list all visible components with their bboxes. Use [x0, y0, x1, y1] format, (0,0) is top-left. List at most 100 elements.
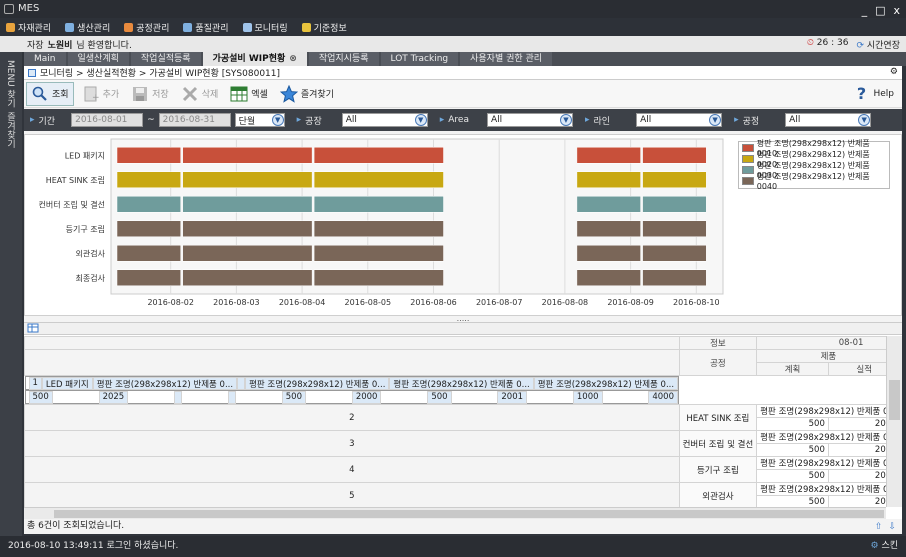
table-row[interactable]: 500 2025 500 2000 500 2001 1000 4000 — [24, 390, 680, 404]
menu-item[interactable]: 공정관리 — [124, 21, 169, 34]
grid-vertical-scrollbar[interactable] — [886, 336, 902, 507]
tab[interactable]: LOT Tracking — [380, 52, 459, 66]
help-icon: ? — [856, 84, 867, 103]
gantt-bar — [313, 171, 444, 188]
tab[interactable]: 사용자별 권한 관리 — [460, 52, 553, 66]
scrollbar-thumb[interactable] — [54, 510, 884, 518]
gantt-bar — [182, 269, 313, 286]
plan-cell: 500 — [28, 390, 53, 404]
gear-icon[interactable]: ⚙ — [890, 67, 898, 77]
breadcrumb: 모니터링 > 생산실적현황 > 가공설비 WIP현황 [SYS080011] ⚙ — [24, 66, 902, 80]
line-select[interactable]: All ▼ — [636, 113, 723, 127]
menu-item[interactable]: 모니터링 — [242, 21, 288, 34]
area-select[interactable]: All ▼ — [486, 113, 573, 127]
table-row[interactable]: 1 LED 패키지 평판 조명(298x298x12) 반제품 0... 평판 조명(… — [24, 376, 680, 390]
skin-button[interactable]: ⚙ 스킨 — [870, 536, 898, 557]
gantt-bar — [313, 220, 444, 237]
grid-horizontal-scrollbar[interactable] — [24, 507, 886, 519]
gantt-bar — [642, 220, 707, 237]
add-button[interactable]: + 추가 — [78, 83, 124, 105]
favorite-button[interactable]: 즐겨찾기 — [276, 83, 338, 105]
actual-cell: 2001 — [497, 390, 528, 404]
table-row[interactable]: 2HEAT SINK 조립평판 조명(298x298x12) 반제품 0...평… — [24, 404, 886, 431]
grid-header-info: 정보 — [678, 336, 758, 350]
process-icon — [124, 22, 134, 32]
process-cell: 외관검사 — [678, 482, 758, 507]
svg-text:+: + — [92, 93, 99, 102]
menu-search-tab[interactable]: MENU 찾기 — [4, 60, 17, 108]
gantt-bar — [116, 171, 181, 188]
material-icon — [6, 22, 15, 32]
gantt-bar — [576, 171, 641, 188]
product-cell — [237, 376, 246, 390]
table-row[interactable]: 5외관검사평판 조명(298x298x12) 반제품 0...평판 조명(298… — [24, 482, 886, 507]
gantt-bar — [116, 220, 181, 237]
title-bar: MES _ □ x — [0, 0, 906, 18]
menu-item[interactable]: 생산관리 — [65, 21, 110, 34]
search-button[interactable]: 조회 — [26, 81, 74, 106]
grid-header-plan: 계획 — [756, 362, 829, 376]
menu-item-label: 모니터링 — [254, 23, 288, 34]
page-tabs: Main 일생산계획 작업실적등록 가공설비 WIP현황 ⊗ 작업지시등록 LOT Trac… — [24, 52, 906, 66]
extend-session-button[interactable]: ⟳ 시간연장 — [856, 38, 900, 51]
close-tab-icon[interactable]: ⊗ — [289, 52, 297, 66]
date-from-field[interactable]: 2016-08-01 — [71, 113, 144, 127]
actual-cell: 2025 — [827, 443, 886, 457]
product-cell: 평판 조명(298x298x12) 반제품 0... — [92, 376, 238, 390]
table-row[interactable]: 3컨버터 조립 및 결선평판 조명(298x298x12) 반제품 0...평판… — [24, 430, 886, 457]
gantt-bar — [116, 147, 181, 164]
y-tick-label: 외관검사 — [76, 248, 106, 258]
product-cell: 평판 조명(298x298x12) 반제품 0... — [756, 404, 886, 418]
tab-label: 일생산계획 — [77, 54, 119, 64]
x-tick-label: 2016-08-06 — [410, 298, 457, 307]
period-unit-select[interactable]: 단월 ▼ — [234, 113, 285, 127]
excel-button[interactable]: 엑셀 — [226, 83, 272, 105]
scroll-up-icon[interactable]: ⇧ — [875, 520, 883, 534]
date-to-field[interactable]: 2016-08-31 — [158, 113, 231, 127]
plan-cell: 500 — [427, 390, 452, 404]
help-button[interactable]: ? Help — [848, 83, 898, 105]
menu-item[interactable]: 자재관리 — [6, 21, 51, 34]
footer-bar: 2016-08-10 13:49:11 로그인 하셨습니다. ⚙ 스킨 — [0, 536, 906, 557]
gantt-bar — [182, 147, 313, 164]
process-select[interactable]: All ▼ — [785, 113, 872, 127]
tab[interactable]: 작업지시등록 — [308, 52, 379, 66]
delete-button[interactable]: 삭제 — [177, 83, 223, 105]
tab[interactable]: 가공설비 WIP현황 ⊗ — [202, 52, 307, 66]
tab[interactable]: 작업실적등록 — [130, 52, 201, 66]
gantt-bar — [576, 196, 641, 213]
grid-header-product: 제품 — [756, 349, 886, 363]
gantt-bar — [642, 196, 707, 213]
table-row[interactable]: 4등기구 조립평판 조명(298x298x12) 반제품 0...평판 조명(2… — [24, 456, 886, 483]
product-cell: 평판 조명(298x298x12) 반제품 0... — [756, 482, 886, 496]
scrollbar-thumb[interactable] — [889, 380, 900, 420]
menu-item[interactable]: 품질관리 — [183, 21, 229, 34]
tab[interactable]: 일생산계획 — [67, 52, 129, 66]
grid-header-date: 08-01 — [756, 336, 886, 350]
scroll-down-icon[interactable]: ⇩ — [888, 520, 896, 534]
grid-icon[interactable] — [27, 323, 39, 333]
gantt-bar — [182, 171, 313, 188]
app-title: MES — [18, 3, 40, 14]
plan-cell: 500 — [281, 390, 306, 404]
menu-item[interactable]: 기준정보 — [301, 21, 347, 34]
process-cell: HEAT SINK 조립 — [678, 404, 758, 431]
favorites-tab[interactable]: 즐겨찾기 — [4, 112, 17, 148]
tab-label: LOT Tracking — [390, 54, 449, 64]
gantt-bar — [642, 245, 707, 262]
product-cell: 평판 조명(298x298x12) 반제품 0... — [756, 456, 886, 470]
area-label: ▸ Area — [439, 115, 469, 125]
tab-label: 가공설비 WIP현황 — [212, 54, 286, 64]
refresh-icon: ⟳ — [856, 41, 864, 51]
save-button[interactable]: 저장 — [127, 83, 173, 105]
legend-label: 평판 조명(298x298x12) 반제품 0040 — [756, 171, 870, 191]
x-tick-label: 2016-08-02 — [147, 298, 194, 307]
x-tick-label: 2016-08-07 — [476, 298, 523, 307]
plant-select[interactable]: All ▼ — [341, 113, 428, 127]
plan-cell — [174, 390, 183, 404]
tab[interactable]: Main — [24, 52, 66, 66]
x-tick-label: 2016-08-04 — [279, 298, 326, 307]
row-number: 5 — [24, 482, 680, 507]
wip-chart-panel: 2016-08-02 2016-08-03 2016-08-04 2016-08-05… — [24, 134, 902, 316]
gantt-bar — [642, 147, 707, 164]
